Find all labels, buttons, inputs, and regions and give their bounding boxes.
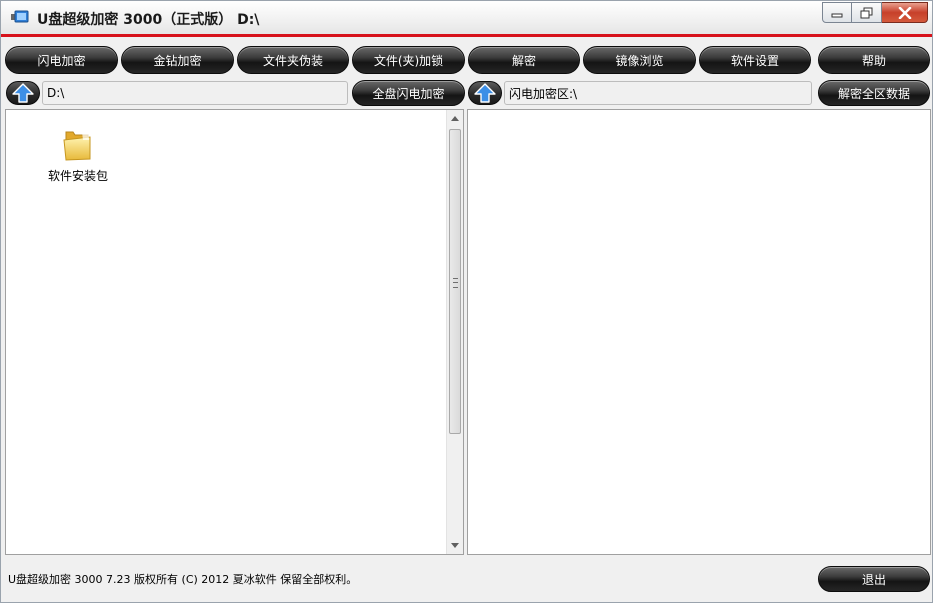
grip-icon bbox=[453, 278, 458, 288]
left-file-pane[interactable]: 软件安装包 bbox=[5, 109, 464, 555]
up-arrow-icon bbox=[12, 83, 34, 103]
restore-icon bbox=[860, 7, 872, 18]
scroll-thumb[interactable] bbox=[449, 129, 461, 434]
window-controls bbox=[822, 2, 928, 23]
title-bar: U盘超级加密 3000（正式版） D:\ bbox=[1, 1, 932, 37]
right-up-button[interactable] bbox=[468, 81, 502, 105]
right-file-pane[interactable] bbox=[467, 109, 931, 555]
decrypt-button[interactable]: 解密 bbox=[468, 46, 580, 74]
restore-button[interactable] bbox=[852, 2, 882, 23]
scroll-up-arrow[interactable] bbox=[447, 110, 463, 127]
right-path-input[interactable] bbox=[504, 81, 812, 105]
left-scrollbar[interactable] bbox=[446, 110, 463, 554]
chevron-down-icon bbox=[451, 543, 459, 548]
settings-button[interactable]: 软件设置 bbox=[699, 46, 811, 74]
minimize-button[interactable] bbox=[822, 2, 852, 23]
file-lock-button[interactable]: 文件(夹)加锁 bbox=[352, 46, 465, 74]
scroll-down-arrow[interactable] bbox=[447, 537, 463, 554]
gold-encrypt-button[interactable]: 金钻加密 bbox=[121, 46, 234, 74]
whole-disk-encrypt-button[interactable]: 全盘闪电加密 bbox=[352, 80, 465, 106]
list-item[interactable]: 软件安装包 bbox=[38, 128, 118, 184]
mirror-browse-button[interactable]: 镜像浏览 bbox=[583, 46, 696, 74]
help-button[interactable]: 帮助 bbox=[818, 46, 930, 74]
file-name-label: 软件安装包 bbox=[47, 169, 108, 183]
decrypt-all-button[interactable]: 解密全区数据 bbox=[818, 80, 930, 106]
minimize-icon bbox=[831, 13, 843, 17]
app-icon bbox=[11, 10, 29, 23]
folder-icon bbox=[63, 130, 91, 161]
up-arrow-icon bbox=[474, 83, 496, 103]
window-title: U盘超级加密 3000（正式版） D:\ bbox=[37, 12, 260, 28]
copyright-text: U盘超级加密 3000 7.23 版权所有 (C) 2012 夏冰软件 保留全部… bbox=[8, 573, 358, 586]
folder-disguise-button[interactable]: 文件夹伪装 bbox=[237, 46, 349, 74]
left-up-button[interactable] bbox=[6, 81, 40, 105]
flash-encrypt-button[interactable]: 闪电加密 bbox=[5, 46, 118, 74]
close-button[interactable] bbox=[882, 2, 928, 23]
chevron-up-icon bbox=[451, 116, 459, 121]
exit-button[interactable]: 退出 bbox=[818, 566, 930, 592]
close-icon bbox=[898, 6, 911, 19]
left-path-input[interactable] bbox=[42, 81, 348, 105]
app-window: U盘超级加密 3000（正式版） D:\ 闪电加密 金钻加密 文件夹伪装 文件(… bbox=[0, 0, 933, 603]
